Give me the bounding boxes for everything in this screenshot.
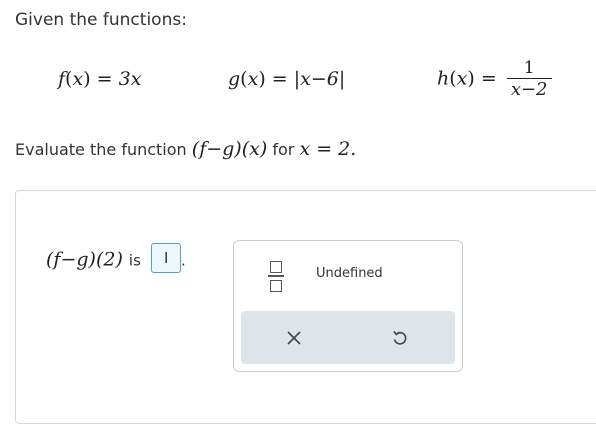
g-arg: x: [247, 68, 259, 90]
undo-button[interactable]: [391, 329, 409, 347]
denominator-box-icon: [270, 280, 282, 292]
answer-expression: (f−g)(2): [46, 248, 123, 271]
fraction-bar-icon: [268, 275, 284, 277]
answer-line: (f−g)(2) is I .: [46, 243, 186, 275]
fraction-button[interactable]: [268, 261, 284, 295]
x-close-icon: [287, 331, 301, 345]
undefined-button[interactable]: Undefined: [316, 266, 383, 281]
keypad-action-bar: [241, 311, 455, 364]
evaluate-for: for: [272, 140, 295, 159]
f-rhs: 3x: [118, 68, 142, 90]
h-arg: x: [456, 67, 468, 90]
h-fraction: 1 x−2: [506, 58, 552, 101]
function-h-definition: h(x) = 1 x−2: [437, 58, 552, 101]
evaluate-prompt: Evaluate the function (f−g)(x) for x = 2…: [15, 138, 356, 160]
answer-input[interactable]: I: [150, 243, 181, 273]
undo-arrow-icon: [393, 331, 407, 345]
numerator-box-icon: [270, 261, 282, 273]
answer-is-label: is: [128, 251, 141, 270]
g-name: g: [228, 68, 241, 90]
answer-period: .: [180, 251, 186, 270]
evaluate-prefix: Evaluate the function: [15, 140, 187, 159]
clear-button[interactable]: [285, 329, 303, 347]
h-name: h: [437, 67, 450, 90]
text-cursor-icon: I: [163, 249, 169, 267]
h-denominator: x−2: [506, 78, 552, 101]
g-inner: x−6: [300, 68, 339, 90]
f-name: f: [58, 68, 66, 90]
function-g-definition: g(x) = |x−6|: [228, 68, 346, 90]
evaluate-expression: (f−g)(x): [191, 138, 268, 160]
math-keypad: Undefined: [233, 240, 463, 372]
h-numerator: 1: [523, 58, 535, 78]
f-arg: x: [72, 68, 84, 90]
evaluate-condition: x = 2.: [299, 138, 357, 160]
function-f-definition: f(x) = 3x: [58, 68, 142, 90]
instruction-text: Given the functions:: [15, 10, 187, 30]
